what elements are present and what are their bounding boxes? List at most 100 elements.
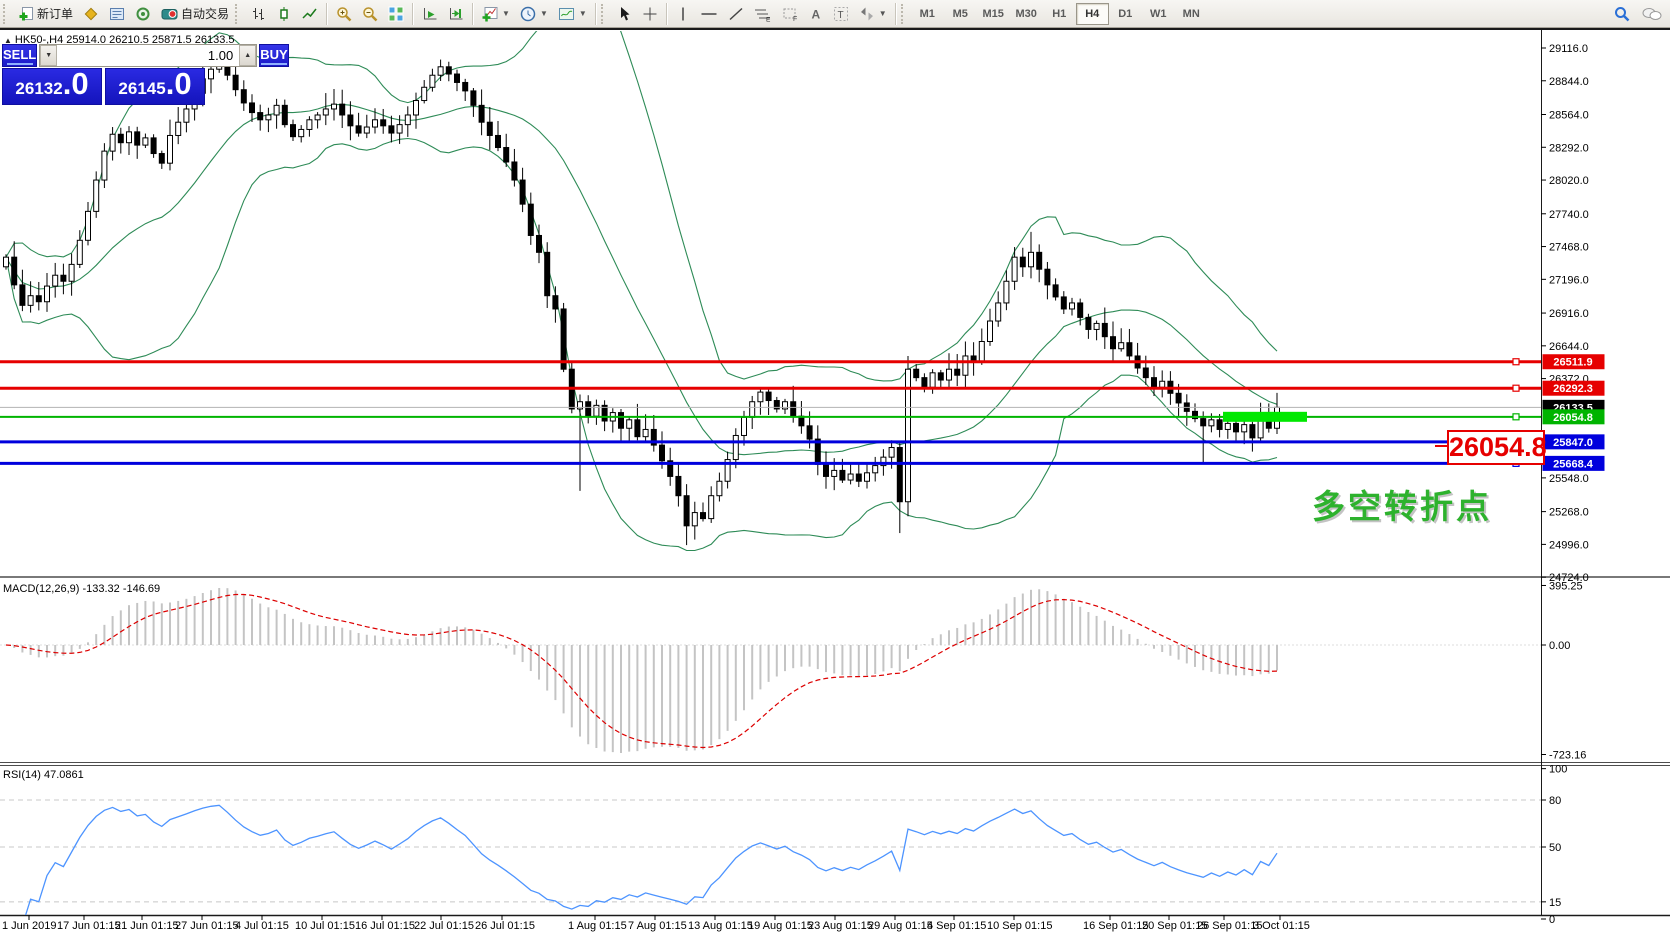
horizontal-line-button[interactable] bbox=[695, 1, 723, 27]
svg-text:10 Jul 01:15: 10 Jul 01:15 bbox=[295, 920, 355, 932]
rsi-label: RSI(14) 47.0861 bbox=[3, 769, 84, 781]
text-label-button[interactable]: T bbox=[828, 1, 854, 27]
charts-button[interactable] bbox=[78, 1, 104, 27]
tile-windows-button[interactable] bbox=[383, 1, 409, 27]
sell-button[interactable]: SELL bbox=[2, 44, 37, 67]
sell-price-main: 26132 bbox=[15, 79, 62, 103]
svg-text:3 Oct 01:15: 3 Oct 01:15 bbox=[1253, 920, 1310, 932]
svg-text:395.25: 395.25 bbox=[1549, 580, 1583, 592]
timeframe-m1[interactable]: M1 bbox=[911, 3, 944, 25]
timeframe-m30[interactable]: M30 bbox=[1010, 3, 1043, 25]
callout-anchor bbox=[1435, 445, 1447, 447]
svg-text:80: 80 bbox=[1549, 795, 1561, 807]
zoom-in-button[interactable] bbox=[331, 1, 357, 27]
search-button[interactable] bbox=[1608, 1, 1636, 27]
text-button[interactable]: A bbox=[804, 1, 828, 27]
bar-chart-button[interactable] bbox=[245, 1, 271, 27]
crosshair-button[interactable] bbox=[637, 1, 663, 27]
chart-shift-button[interactable] bbox=[443, 1, 469, 27]
svg-text:28844.0: 28844.0 bbox=[1549, 76, 1589, 88]
fibonacci-button[interactable]: E bbox=[749, 1, 777, 27]
chat-button[interactable] bbox=[1636, 1, 1668, 27]
trendline-icon bbox=[728, 6, 744, 22]
buy-price[interactable]: 26145 .0 bbox=[105, 68, 205, 105]
text-label-icon: T bbox=[833, 6, 849, 22]
toolbar-grip[interactable] bbox=[901, 4, 908, 24]
crosshair-icon bbox=[642, 6, 658, 22]
buy-button-label: BUY bbox=[260, 47, 287, 62]
timeframe-mn[interactable]: MN bbox=[1175, 3, 1208, 25]
svg-text:28564.0: 28564.0 bbox=[1549, 110, 1589, 122]
svg-text:15: 15 bbox=[1549, 897, 1561, 909]
chevron-down-icon: ▼ bbox=[540, 9, 548, 18]
svg-text:26916.0: 26916.0 bbox=[1549, 308, 1589, 320]
svg-text:26644.0: 26644.0 bbox=[1549, 341, 1589, 353]
main-toolbar: 新订单 自动交易 ▼ ▼ bbox=[0, 0, 1670, 28]
volume-group: ▼ ▲ bbox=[39, 44, 257, 67]
vertical-line-icon bbox=[676, 6, 690, 22]
svg-text:7 Aug 01:15: 7 Aug 01:15 bbox=[628, 920, 687, 932]
toolbar-separator bbox=[666, 3, 668, 25]
volume-decrease-button[interactable]: ▼ bbox=[40, 45, 57, 66]
timeframe-d1[interactable]: D1 bbox=[1109, 3, 1142, 25]
toolbar-grip[interactable] bbox=[3, 4, 10, 24]
price-callout-box[interactable]: 26054.8 bbox=[1447, 430, 1545, 465]
zoom-out-button[interactable] bbox=[357, 1, 383, 27]
svg-text:26511.9: 26511.9 bbox=[1553, 357, 1592, 369]
timeframe-h1[interactable]: H1 bbox=[1043, 3, 1076, 25]
cursor-icon bbox=[616, 6, 632, 22]
macd-label: MACD(12,26,9) -133.32 -146.69 bbox=[3, 583, 160, 595]
arrows-icon bbox=[859, 6, 875, 22]
charts-icon bbox=[83, 6, 99, 22]
new-order-label: 新订单 bbox=[37, 5, 73, 22]
chart-shift-icon bbox=[448, 6, 464, 22]
timeframe-w1[interactable]: W1 bbox=[1142, 3, 1175, 25]
svg-text:24996.0: 24996.0 bbox=[1549, 539, 1589, 551]
arrows-button[interactable]: ▼ bbox=[854, 1, 892, 27]
chevron-down-icon: ▼ bbox=[879, 9, 887, 18]
svg-text:22 Jul 01:15: 22 Jul 01:15 bbox=[414, 920, 474, 932]
svg-text:50: 50 bbox=[1549, 842, 1561, 854]
volume-increase-button[interactable]: ▲ bbox=[239, 45, 256, 66]
zoom-out-icon bbox=[362, 6, 378, 22]
timeframe-m5[interactable]: M5 bbox=[944, 3, 977, 25]
periods-button[interactable]: ▼ bbox=[515, 1, 553, 27]
toolbar-separator bbox=[412, 3, 414, 25]
svg-text:29 Aug 01:15: 29 Aug 01:15 bbox=[868, 920, 933, 932]
svg-text:29116.0: 29116.0 bbox=[1549, 43, 1588, 55]
sell-underline bbox=[7, 63, 33, 65]
toolbar-grip[interactable] bbox=[601, 4, 608, 24]
sell-price[interactable]: 26132 .0 bbox=[2, 68, 102, 105]
indicators-button[interactable]: ▼ bbox=[477, 1, 515, 27]
svg-text:23 Aug 01:15: 23 Aug 01:15 bbox=[808, 920, 873, 932]
timeframe-m15[interactable]: M15 bbox=[977, 3, 1010, 25]
periods-icon bbox=[520, 6, 536, 22]
svg-text:26 Jul 01:15: 26 Jul 01:15 bbox=[475, 920, 535, 932]
svg-text:T: T bbox=[837, 10, 843, 21]
bar-chart-icon bbox=[250, 6, 266, 22]
trendline-button[interactable] bbox=[723, 1, 749, 27]
templates-button[interactable]: ▼ bbox=[553, 1, 592, 27]
turning-point-note[interactable]: 多空转折点 bbox=[1312, 480, 1492, 528]
fibonacci-icon: E bbox=[754, 6, 772, 22]
svg-text:26292.3: 26292.3 bbox=[1553, 383, 1593, 395]
line-chart-button[interactable] bbox=[297, 1, 323, 27]
candlestick-icon bbox=[276, 6, 292, 22]
svg-text:10 Sep 01:15: 10 Sep 01:15 bbox=[987, 920, 1052, 932]
buy-button[interactable]: BUY bbox=[259, 44, 288, 67]
vertical-line-button[interactable] bbox=[671, 1, 695, 27]
svg-text:1 Aug 01:15: 1 Aug 01:15 bbox=[568, 920, 627, 932]
autotrade-button[interactable]: 自动交易 bbox=[156, 1, 234, 27]
candlestick-button[interactable] bbox=[271, 1, 297, 27]
timeframe-h4[interactable]: H4 bbox=[1076, 3, 1109, 25]
navigator-button[interactable] bbox=[130, 1, 156, 27]
volume-input[interactable] bbox=[57, 45, 239, 66]
toolbar-separator bbox=[595, 3, 597, 25]
cursor-button[interactable] bbox=[611, 1, 637, 27]
channel-button[interactable]: F bbox=[777, 1, 804, 27]
toolbar-grip[interactable] bbox=[235, 4, 242, 24]
market-watch-button[interactable] bbox=[104, 1, 130, 27]
svg-text:16 Sep 01:15: 16 Sep 01:15 bbox=[1083, 920, 1148, 932]
auto-scroll-button[interactable] bbox=[417, 1, 443, 27]
new-order-button[interactable]: 新订单 bbox=[13, 1, 78, 27]
